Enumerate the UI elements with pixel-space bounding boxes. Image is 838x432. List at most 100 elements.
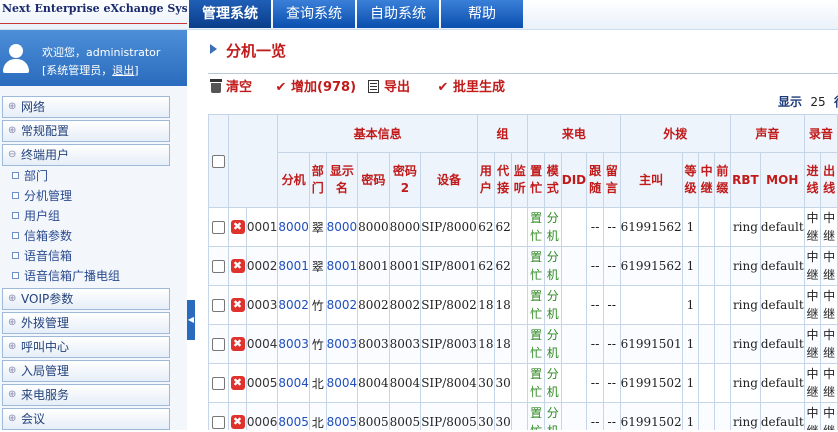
sidebar-subitem-mailbox-params[interactable]: 信箱参数: [2, 226, 170, 246]
batch-generate-button[interactable]: ✔ 批里生成: [436, 76, 505, 96]
pwd-value: 8004: [357, 363, 390, 403]
row-checkbox[interactable]: [212, 338, 226, 351]
level-value: 1: [681, 207, 700, 247]
group-header-group: 组: [476, 114, 529, 153]
clear-label: 清空: [226, 80, 253, 95]
delete-icon[interactable]: ✖: [230, 298, 245, 313]
pwd2-value: 8002: [388, 285, 422, 325]
ext-link[interactable]: 8002: [277, 285, 310, 325]
user-panel: 欢迎您，administrator [系统管理员，退出]: [0, 30, 187, 86]
monitor-value: [511, 207, 529, 247]
add-button[interactable]: ✔ 增加(978): [274, 76, 356, 96]
sidebar-subitem-voicemail[interactable]: 语音信箱: [2, 246, 170, 266]
pwd2-value: 8004: [388, 363, 422, 403]
follow-value: --: [586, 207, 604, 247]
display-name-link[interactable]: 8001: [325, 246, 359, 286]
role-close: ]: [134, 64, 139, 77]
delete-icon[interactable]: ✖: [230, 376, 245, 391]
did-value: [560, 207, 588, 247]
sidebar-subitem-extension[interactable]: 分机管理: [2, 186, 170, 206]
row-checkbox[interactable]: [212, 377, 226, 390]
rec-in-value: 中继: [803, 324, 822, 364]
row-checkbox-cell: [207, 285, 230, 325]
row-checkbox[interactable]: [212, 260, 226, 273]
user-icon: [3, 44, 29, 74]
row-checkbox[interactable]: [212, 416, 226, 429]
bullet-icon: [12, 172, 19, 179]
tab-management[interactable]: 管理系统: [189, 0, 271, 28]
proxy-value: 30: [493, 363, 513, 403]
dept-value: 翠: [308, 207, 327, 247]
sidebar-item-terminal-users[interactable]: ⊖ 终端用户: [2, 144, 170, 166]
msg-value: --: [602, 324, 621, 364]
sidebar-item-outbound[interactable]: ⊕ 外拨管理: [2, 312, 170, 334]
col-header-proxy: 代接: [493, 152, 513, 208]
device-value: SIP/8000: [420, 207, 478, 247]
display-name-link[interactable]: 8005: [325, 402, 359, 430]
proxy-value: 18: [493, 285, 513, 325]
sidebar-subitem-voicemail-broadcast[interactable]: 语音信箱广播电组: [2, 266, 170, 286]
sidebar-item-callcenter[interactable]: ⊕ 呼叫中心: [2, 336, 170, 358]
moh-value: default: [759, 363, 805, 403]
monitor-value: [511, 285, 529, 325]
msg-value: --: [602, 363, 621, 403]
bullet-icon: [12, 272, 19, 279]
ext-link[interactable]: 8005: [277, 402, 310, 430]
display-suffix: 行: [834, 95, 838, 109]
ext-link[interactable]: 8004: [277, 363, 310, 403]
display-name-link[interactable]: 8002: [325, 285, 359, 325]
ext-link[interactable]: 8003: [277, 324, 310, 364]
col-header-moh: MOH: [759, 152, 805, 208]
table-row: ✖00068005北800580058005SIP/80053030置忙分机--…: [207, 402, 838, 430]
delete-icon[interactable]: ✖: [230, 259, 245, 274]
sidebar-item-inbound[interactable]: ⊕ 入局管理: [2, 360, 170, 382]
prefix-value: [713, 363, 732, 403]
sidebar-item-network[interactable]: ⊕ 网络: [2, 96, 170, 118]
prefix-value: [713, 285, 732, 325]
moh-value: default: [759, 285, 805, 325]
sidebar-item-incoming-service[interactable]: ⊕ 来电服务: [2, 384, 170, 406]
sidebar-item-voip[interactable]: ⊕ VOIP参数: [2, 288, 170, 310]
sidebar-subitem-dept[interactable]: 部门: [2, 166, 170, 186]
export-button[interactable]: 导出: [368, 76, 410, 96]
display-label: 显示: [778, 95, 803, 109]
delete-icon[interactable]: ✖: [230, 220, 245, 235]
sidebar-item-common-config[interactable]: ⊕ 常规配置: [2, 120, 170, 142]
checkmark-icon: ✔: [437, 80, 449, 95]
display-name-link[interactable]: 8000: [325, 207, 359, 247]
dept-value: 竹: [308, 285, 327, 325]
action-header: [228, 114, 279, 208]
display-name-link[interactable]: 8003: [325, 324, 359, 364]
display-name-link[interactable]: 8004: [325, 363, 359, 403]
row-checkbox[interactable]: [212, 299, 226, 312]
sidebar-menu: ⊕ 网络 ⊕ 常规配置 ⊖ 终端用户 部门 分机管理 用户组 信箱参数 语音信箱 语音…: [0, 96, 173, 432]
busy-value: 置忙: [527, 324, 545, 364]
bullet-icon: [12, 232, 19, 239]
plus-icon: ⊕: [8, 317, 17, 328]
rbt-value: ring: [730, 285, 761, 325]
sidebar-item-label: 入局管理: [21, 364, 70, 378]
tab-help[interactable]: 帮助: [441, 0, 523, 28]
page-size-value[interactable]: 25: [810, 95, 825, 109]
sidebar-subitem-usergroup[interactable]: 用户组: [2, 206, 170, 226]
user-value: 18: [476, 324, 496, 364]
monitor-value: [511, 324, 529, 364]
prefix-value: [713, 246, 732, 286]
sidebar-collapse-handle[interactable]: ◀: [187, 300, 195, 340]
clear-button[interactable]: 清空: [210, 76, 252, 96]
ext-link[interactable]: 8000: [277, 207, 310, 247]
sidebar-item-label: 网络: [21, 100, 46, 114]
sidebar-item-label: 常规配置: [21, 124, 70, 138]
delete-icon[interactable]: ✖: [230, 415, 245, 430]
sidebar-item-meeting[interactable]: ⊕ 会议: [2, 408, 170, 430]
proxy-value: 62: [493, 207, 513, 247]
row-checkbox[interactable]: [212, 221, 226, 234]
moh-value: default: [759, 402, 805, 430]
ext-link[interactable]: 8001: [277, 246, 310, 286]
delete-icon[interactable]: ✖: [230, 337, 245, 352]
logout-link[interactable]: 退出: [112, 64, 134, 77]
caller-value: 61991502: [619, 363, 683, 403]
tab-query[interactable]: 查询系统: [273, 0, 355, 28]
select-all-checkbox[interactable]: [212, 155, 226, 168]
tab-self-service[interactable]: 自助系统: [357, 0, 439, 28]
